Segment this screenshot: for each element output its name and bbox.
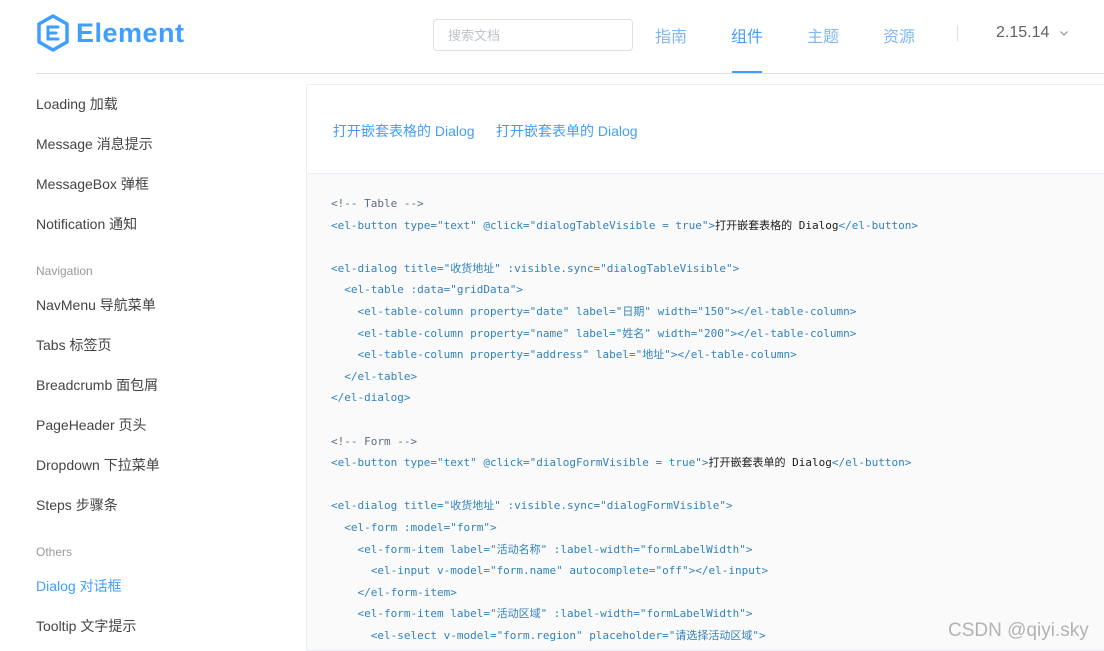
code-line: <el-table-column property="address" labe… <box>331 348 797 362</box>
code-line: <el-form :model="form"> <box>331 521 497 535</box>
sidebar-item-navmenu[interactable]: NavMenu 导航菜单 <box>36 295 156 315</box>
nav-item-guide[interactable]: 指南 <box>655 23 687 47</box>
code-line: </el-dialog> <box>331 391 410 405</box>
logo-text: Element <box>76 17 185 48</box>
code-line: <!-- Form --> <box>331 435 417 449</box>
code-block: <!-- Table --> <el-button type="text" @cl… <box>307 173 1104 650</box>
code-line: <el-table-column property="date" label="… <box>331 305 856 319</box>
open-table-dialog-button[interactable]: 打开嵌套表格的 Dialog <box>333 121 475 141</box>
sidebar: Loading 加载 Message 消息提示 MessageBox 弹框 No… <box>0 74 300 651</box>
code-line: <el-table-column property="name" label="… <box>331 327 856 341</box>
code-token: <el-form :model="form"> <box>331 521 497 534</box>
sidebar-item-tabs[interactable]: Tabs 标签页 <box>36 335 111 355</box>
code-line: <el-select v-model="form.region" placeho… <box>331 629 766 643</box>
code-token: 打开嵌套表格的 Dialog <box>715 218 839 232</box>
code-token: <!-- Table --> <box>331 197 424 210</box>
code-token: <el-table :data="gridData"> <box>331 283 524 297</box>
demo-source: 打开嵌套表格的 Dialog 打开嵌套表单的 Dialog <box>307 85 1104 173</box>
code-token: <el-button type="text" @click="dialogTab… <box>331 218 716 232</box>
top-header: Element 指南 组件 主题 资源 2.15.14 <box>0 0 1104 74</box>
code-token: <el-form-item label="活动区域" :label-width=… <box>331 607 753 621</box>
sidebar-item-tooltip[interactable]: Tooltip 文字提示 <box>36 616 136 636</box>
code-token: <!-- Form --> <box>331 434 418 448</box>
sidebar-item-notification[interactable]: Notification 通知 <box>36 214 137 234</box>
code-token: <el-table-column property="name" label="… <box>331 326 857 340</box>
code-line: <el-form-item label="活动名称" :label-width=… <box>331 542 753 557</box>
element-logo[interactable]: Element <box>36 14 185 52</box>
nav-item-theme[interactable]: 主题 <box>807 23 839 47</box>
sidebar-item-breadcrumb[interactable]: Breadcrumb 面包屑 <box>36 375 158 395</box>
open-form-dialog-button[interactable]: 打开嵌套表单的 Dialog <box>496 121 638 141</box>
code-token: </el-form-item> <box>331 585 457 599</box>
version-label: 2.15.14 <box>996 24 1050 41</box>
sidebar-item-dropdown[interactable]: Dropdown 下拉菜单 <box>36 455 160 475</box>
code-token: </el-button> <box>838 218 918 232</box>
sidebar-group-navigation: Navigation <box>36 264 93 278</box>
element-hexagon-icon <box>37 14 69 52</box>
sidebar-item-messagebox[interactable]: MessageBox 弹框 <box>36 174 149 194</box>
sidebar-item-pageheader[interactable]: PageHeader 页头 <box>36 415 147 435</box>
code-token: <el-table-column property="date" label="… <box>331 305 857 318</box>
search-input[interactable] <box>433 19 633 51</box>
code-line: <el-table :data="gridData"> <box>331 283 523 297</box>
watermark: CSDN @qiyi.sky <box>948 620 1089 641</box>
code-token: <el-table-column property="address" labe… <box>331 348 797 362</box>
code-line: <el-button type="text" @click="dialogFor… <box>331 456 911 470</box>
sidebar-item-steps[interactable]: Steps 步骤条 <box>36 495 118 515</box>
code-token: </el-dialog> <box>331 391 411 405</box>
code-line: </el-table> <box>331 370 417 384</box>
version-dropdown[interactable]: 2.15.14 <box>996 24 1069 42</box>
sidebar-group-others: Others <box>36 545 73 559</box>
code-line: <el-dialog title="收货地址" :visible.sync="d… <box>331 262 739 276</box>
nav-item-component[interactable]: 组件 <box>731 23 763 47</box>
code-token: </el-table> <box>331 369 418 383</box>
code-token: <el-dialog title="收货地址" :visible.sync="d… <box>331 261 740 275</box>
code-token: <el-button type="text" @click="dialogFor… <box>331 456 709 470</box>
code-token: <el-select v-model="form.region" placeho… <box>331 629 766 642</box>
code-line: <el-input v-model="form.name" autocomple… <box>331 564 768 578</box>
code-line: <!-- Table --> <box>331 197 424 211</box>
code-line: </el-form-item> <box>331 585 457 600</box>
code-token: 打开嵌套表单的 Dialog <box>708 456 832 470</box>
code-line: <el-dialog title="收货地址" :visible.sync="d… <box>331 499 733 513</box>
code-token: <el-form-item label="活动名称" :label-width=… <box>331 542 753 556</box>
nav-item-resource[interactable]: 资源 <box>883 23 915 47</box>
code-token: </el-button> <box>831 456 912 470</box>
demo-block: 打开嵌套表格的 Dialog 打开嵌套表单的 Dialog <!-- Table… <box>306 84 1104 651</box>
code-token: <el-dialog title="收货地址" :visible.sync="d… <box>331 499 733 513</box>
nav-divider <box>957 25 958 41</box>
chevron-down-icon <box>1060 31 1069 36</box>
code-token: <el-input v-model="form.name" autocomple… <box>331 564 769 578</box>
code-line: <el-button type="text" @click="dialogTab… <box>331 219 918 233</box>
sidebar-item-message[interactable]: Message 消息提示 <box>36 134 153 154</box>
sidebar-item-dialog[interactable]: Dialog 对话框 <box>36 576 122 596</box>
code-line: <el-form-item label="活动区域" :label-width=… <box>331 607 753 621</box>
sidebar-item-loading[interactable]: Loading 加载 <box>36 94 118 114</box>
